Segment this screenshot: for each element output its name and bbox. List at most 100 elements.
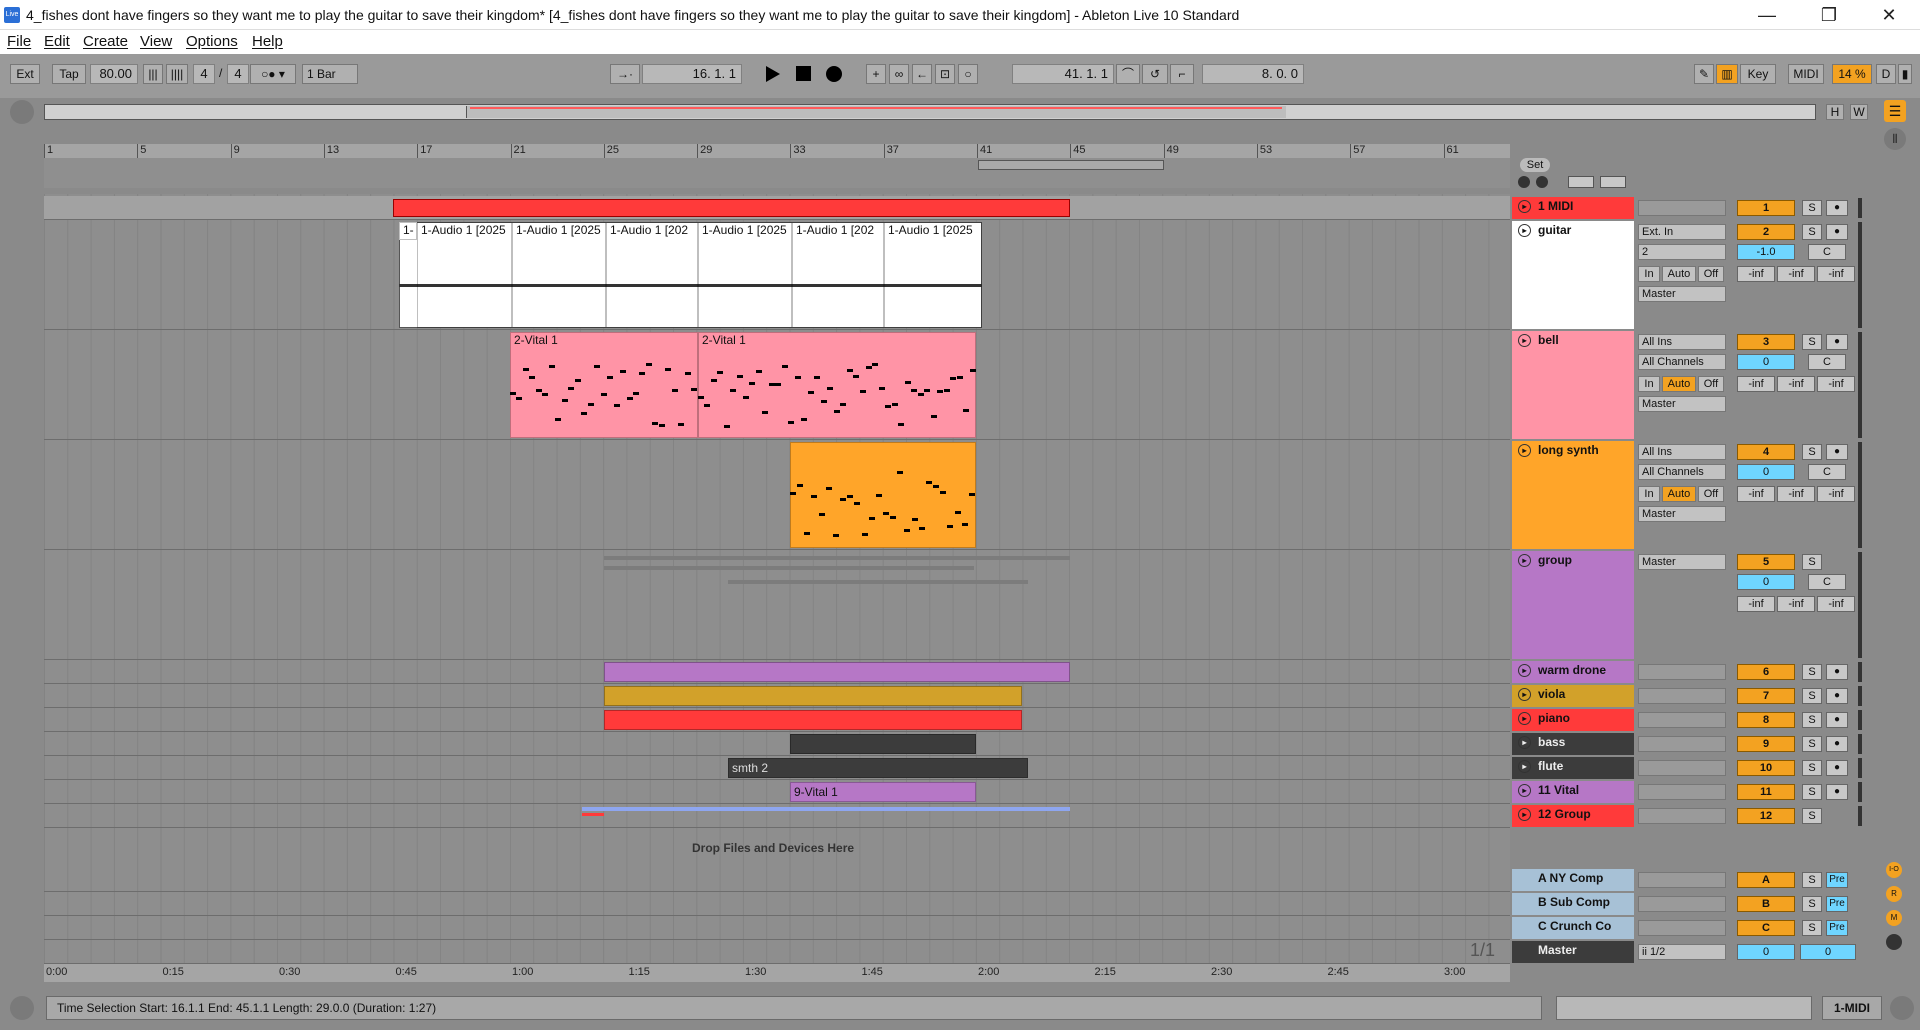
input-type-select[interactable]: All Ins [1638,334,1726,350]
master-pan[interactable]: 0 [1800,944,1856,960]
track-number-5[interactable]: 6 [1737,664,1795,680]
record-arm-icon[interactable]: ● [1826,736,1848,752]
track-fold-icon[interactable]: ▸ [1518,444,1531,457]
monitor-in-button[interactable]: In [1638,376,1660,392]
track-io-slot[interactable] [1638,664,1726,680]
overdub-icon[interactable]: + [866,64,886,84]
signature-denominator[interactable]: 4 [227,64,249,84]
return-header-0[interactable]: A NY Comp [1512,869,1634,891]
track-io-slot[interactable] [1638,200,1726,216]
track-header-11[interactable]: ▸ 12 Group [1512,805,1634,827]
vital9-clip[interactable]: 9-Vital 1 [790,782,976,802]
loop-brace[interactable] [978,160,1164,170]
return-letter[interactable]: A [1737,872,1795,888]
track-header-8[interactable]: ▸ bass [1512,733,1634,755]
track-fold-icon[interactable]: ▸ [1518,688,1531,701]
stop-icon[interactable] [796,66,811,81]
lock-envelope-icon[interactable] [1600,176,1626,188]
track-number-4[interactable]: 5 [1737,554,1795,570]
record-arm-icon[interactable]: ● [1826,664,1848,680]
output-select[interactable]: Master [1638,554,1726,570]
capture-icon[interactable]: ⊡ [935,64,955,84]
fold-tracks-icon[interactable] [1568,176,1594,188]
solo-button[interactable]: S [1802,760,1822,776]
track-io-slot[interactable] [1638,760,1726,776]
solo-button[interactable]: S [1802,444,1822,460]
track-number-11[interactable]: 12 [1737,808,1795,824]
punch-out-icon[interactable]: ⌐ [1170,64,1194,84]
info-view-icon[interactable] [10,996,34,1020]
track-header-0[interactable]: ▸ 1 MIDI [1512,197,1634,219]
tap-tempo-button[interactable]: Tap [52,64,86,84]
return-row-a[interactable] [44,868,1510,892]
bass-clip[interactable] [790,734,976,754]
return-letter[interactable]: B [1737,896,1795,912]
audio-clip-5[interactable]: 1-Audio 1 [202 [792,222,884,328]
monitor-in-button[interactable]: In [1638,486,1660,502]
time-ruler[interactable] [44,964,1510,982]
output-select[interactable]: Master [1638,506,1726,522]
pan-field[interactable]: C [1808,244,1846,260]
menu-create[interactable]: Create [83,33,128,50]
send-field[interactable]: -inf [1817,486,1855,502]
return-io-slot[interactable] [1638,920,1726,936]
volume-field[interactable]: 0 [1737,574,1795,590]
master-row[interactable] [44,940,1510,964]
mixer-toggle-button[interactable]: M [1886,910,1902,926]
monitor-auto-button[interactable]: Auto [1662,376,1696,392]
h-zoom-button[interactable]: H [1826,104,1844,120]
send-field[interactable]: -inf [1817,266,1855,282]
track-header-4[interactable]: ▸ group [1512,551,1634,659]
track-fold-icon[interactable]: ▸ [1518,554,1531,567]
key-map-button[interactable]: Key [1740,64,1776,84]
track-number-0[interactable]: 1 [1737,200,1795,216]
returns-toggle-button[interactable]: R [1886,886,1902,902]
solo-button[interactable]: S [1802,896,1822,912]
solo-button[interactable]: S [1802,872,1822,888]
record-arm-icon[interactable]: ● [1826,760,1848,776]
record-icon[interactable] [826,66,842,82]
send-field[interactable]: -inf [1737,596,1775,612]
audio-clip-1[interactable]: 1-Audio 1 [2025 [417,222,512,328]
record-arm-icon[interactable]: ● [1826,712,1848,728]
record-arm-icon[interactable]: ● [1826,444,1848,460]
pre-post-button[interactable]: Pre [1826,920,1848,936]
nudge-down-icon[interactable]: ||| [143,64,163,84]
pan-field[interactable]: C [1808,464,1846,480]
track-io-slot[interactable] [1638,808,1726,824]
follow-icon[interactable]: →· [610,64,640,84]
input-type-select[interactable]: Ext. In [1638,224,1726,240]
menu-view[interactable]: View [140,33,172,50]
solo-button[interactable]: S [1802,664,1822,680]
send-field[interactable]: -inf [1777,376,1815,392]
midi-clip-bar[interactable] [393,199,1070,217]
prev-locator-icon[interactable] [1518,176,1530,188]
return-letter[interactable]: C [1737,920,1795,936]
monitor-in-button[interactable]: In [1638,266,1660,282]
loop-length-field[interactable]: 8. 0. 0 [1202,64,1304,84]
input-channel-select[interactable]: All Channels [1638,354,1726,370]
record-arm-icon[interactable]: ● [1826,224,1848,240]
output-select[interactable]: Master [1638,286,1726,302]
set-locator-button[interactable]: Set [1520,158,1550,172]
input-channel-select[interactable]: All Channels [1638,464,1726,480]
track-io-slot[interactable] [1638,712,1726,728]
track-number-8[interactable]: 9 [1737,736,1795,752]
master-output-select[interactable]: ii 1/2 [1638,944,1726,960]
next-locator-icon[interactable] [1536,176,1548,188]
solo-button[interactable]: S [1802,334,1822,350]
solo-button[interactable]: S [1802,554,1822,570]
track-fold-icon[interactable]: ▸ [1518,664,1531,677]
loop-start-field[interactable]: 41. 1. 1 [1012,64,1114,84]
solo-button[interactable]: S [1802,920,1822,936]
solo-button[interactable]: S [1802,712,1822,728]
master-volume[interactable]: 0 [1737,944,1795,960]
selected-track-label[interactable]: 1-MIDI [1822,996,1882,1020]
draw-mode-icon[interactable]: ✎ [1694,64,1714,84]
detail-view-icon[interactable] [1890,996,1914,1020]
quantize-menu[interactable]: 1 Bar [302,64,358,84]
volume-field[interactable]: 0 [1737,354,1795,370]
pan-field[interactable]: C [1808,574,1846,590]
pre-post-button[interactable]: Pre [1826,896,1848,912]
beat-ruler[interactable] [44,144,1510,158]
